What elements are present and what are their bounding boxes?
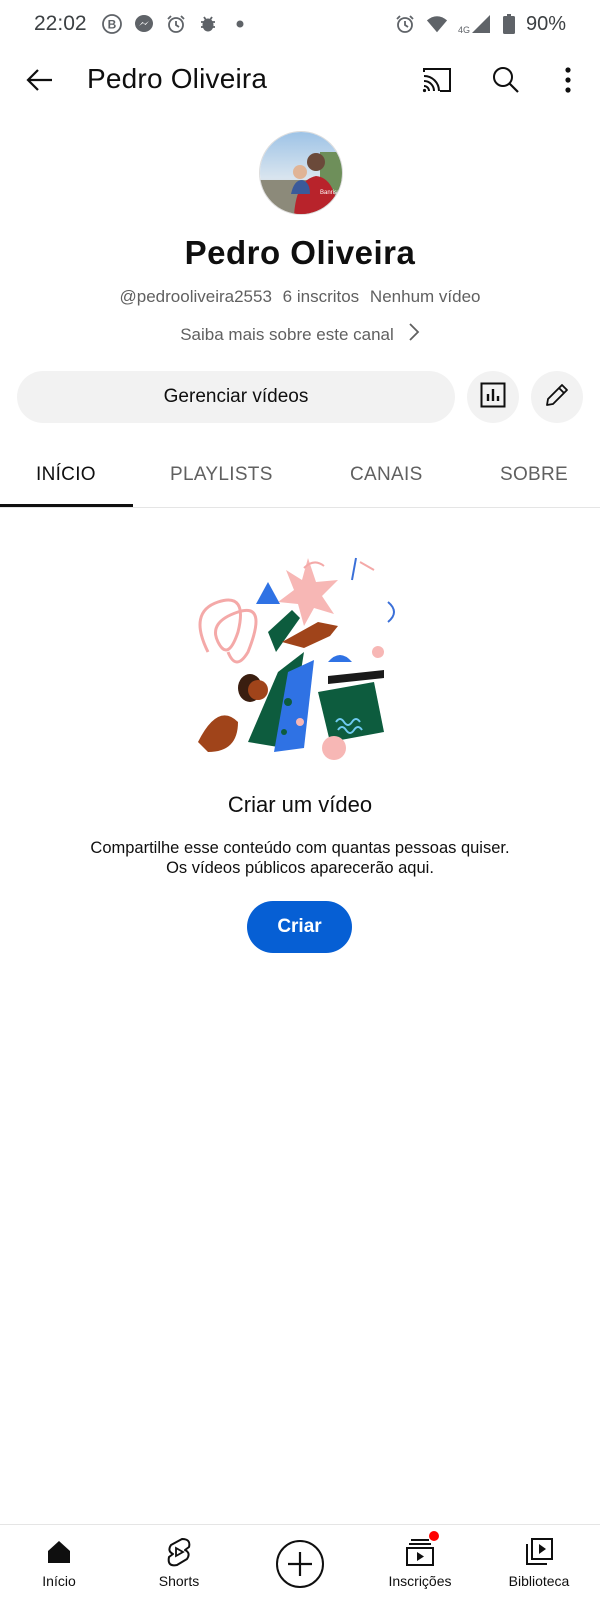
create-button[interactable]: Criar bbox=[247, 901, 352, 953]
empty-state-description-line2: Os vídeos públicos aparecerão aqui. bbox=[166, 859, 434, 877]
subscriptions-icon bbox=[403, 1531, 439, 1569]
empty-state-description: Compartilhe esse conteúdo com quantas pe… bbox=[0, 838, 600, 878]
alarm-icon bbox=[394, 13, 416, 35]
channel-handle: @pedrooliveira2553 bbox=[119, 287, 272, 306]
svg-text:4G: 4G bbox=[458, 25, 470, 35]
tab-playlists[interactable]: PLAYLISTS bbox=[170, 464, 273, 486]
manage-videos-button[interactable]: Gerenciar vídeos bbox=[17, 371, 455, 423]
bug-icon bbox=[197, 13, 219, 35]
analytics-icon bbox=[480, 382, 506, 413]
analytics-button[interactable] bbox=[467, 371, 519, 423]
active-tab-indicator bbox=[0, 504, 133, 507]
nav-label-biblioteca: Biblioteca bbox=[508, 1573, 570, 1589]
svg-text:B: B bbox=[107, 18, 116, 32]
home-icon bbox=[42, 1535, 76, 1569]
signal-4g-icon: 4G bbox=[458, 13, 492, 35]
edit-channel-button[interactable] bbox=[531, 371, 583, 423]
nav-item-inscricoes[interactable]: Inscrições bbox=[365, 1531, 475, 1589]
page-title: Pedro Oliveira bbox=[87, 63, 268, 94]
messenger-icon bbox=[133, 13, 155, 35]
channel-meta: @pedrooliveira2553 6 inscritos Nenhum ví… bbox=[0, 287, 600, 307]
bottom-navigation: Início Shorts Inscrições Biblioteca bbox=[0, 1524, 600, 1612]
top-app-bar: Pedro Oliveira bbox=[0, 48, 600, 112]
about-channel-link[interactable]: Saiba mais sobre este canal bbox=[0, 322, 600, 347]
avatar[interactable]: Banrisul bbox=[259, 131, 343, 215]
about-channel-label: Saiba mais sobre este canal bbox=[180, 324, 394, 344]
battery-icon bbox=[502, 13, 516, 35]
notification-badge bbox=[429, 1531, 439, 1541]
status-bar-left: 22:02 B bbox=[34, 12, 251, 36]
tab-inicio[interactable]: INÍCIO bbox=[36, 464, 96, 486]
nav-label-shorts: Shorts bbox=[158, 1573, 200, 1589]
channel-tabs: INÍCIO PLAYLISTS CANAIS SOBRE bbox=[0, 446, 600, 508]
more-vert-icon[interactable] bbox=[544, 56, 592, 104]
shorts-icon bbox=[162, 1535, 196, 1569]
channel-name: Pedro Oliveira bbox=[184, 234, 416, 271]
back-arrow-icon[interactable] bbox=[16, 56, 64, 104]
nav-label-inicio: Início bbox=[42, 1573, 76, 1589]
library-icon bbox=[522, 1535, 556, 1569]
empty-state-title: Criar um vídeo bbox=[227, 792, 373, 817]
cast-icon[interactable] bbox=[413, 56, 461, 104]
nav-item-shorts[interactable]: Shorts bbox=[124, 1535, 234, 1589]
search-icon[interactable] bbox=[482, 56, 530, 104]
nav-item-inicio[interactable]: Início bbox=[4, 1535, 114, 1589]
svg-text:Banrisul: Banrisul bbox=[320, 190, 342, 196]
video-count: Nenhum vídeo bbox=[369, 287, 481, 306]
tab-sobre[interactable]: SOBRE bbox=[500, 464, 568, 486]
status-bar-right: 4G 90% bbox=[394, 13, 566, 36]
battery-percent: 90% bbox=[525, 12, 566, 35]
create-video-illustration bbox=[188, 552, 414, 760]
nav-label-inscricoes: Inscrições bbox=[388, 1573, 452, 1589]
subscriber-count: 6 inscritos bbox=[282, 287, 360, 306]
b-app-icon: B bbox=[101, 13, 123, 35]
empty-state-description-line1: Compartilhe esse conteúdo com quantas pe… bbox=[90, 839, 510, 857]
create-plus-icon[interactable] bbox=[275, 1539, 325, 1589]
dot-icon bbox=[229, 13, 251, 35]
alarm-icon bbox=[165, 13, 187, 35]
chevron-right-icon bbox=[408, 322, 420, 347]
edit-pencil-icon bbox=[543, 381, 571, 414]
tab-canais[interactable]: CANAIS bbox=[350, 464, 423, 486]
nav-item-biblioteca[interactable]: Biblioteca bbox=[484, 1535, 594, 1589]
status-time: 22:02 bbox=[34, 12, 87, 35]
status-bar: 22:02 B 4G 90% bbox=[0, 0, 600, 48]
wifi-icon bbox=[426, 13, 448, 35]
